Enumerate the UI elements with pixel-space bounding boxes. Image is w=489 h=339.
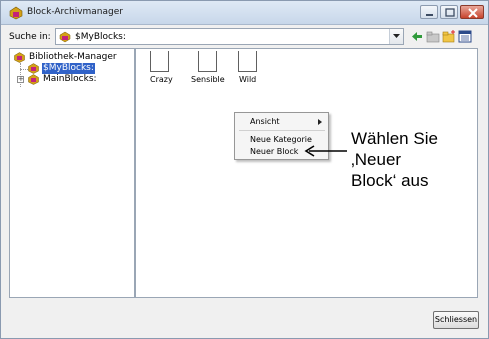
tree-item-label: Bibliothek-Manager — [29, 52, 117, 62]
submenu-arrow-icon — [318, 118, 322, 128]
minimize-button[interactable] — [420, 5, 438, 19]
close-button[interactable]: Schliessen — [433, 311, 479, 329]
annotation-line: ‚Neuer — [351, 150, 402, 169]
annotation-arrow-icon — [304, 145, 347, 157]
block-label: Crazy — [150, 75, 173, 84]
folder-up-icon[interactable] — [426, 30, 440, 43]
library-icon — [14, 52, 25, 63]
app-icon — [9, 6, 23, 20]
annotation-line: Wählen Sie — [351, 129, 438, 148]
chevron-down-icon[interactable] — [389, 29, 403, 44]
block-archive-manager-window: Block-Archivmanager Suche in: $MyBlocks: — [0, 0, 489, 339]
block-thumbnail — [238, 51, 257, 72]
window-controls — [420, 5, 484, 19]
menu-item-new-block[interactable]: Neuer Block — [250, 147, 298, 156]
maximize-button[interactable] — [440, 5, 458, 19]
annotation-callout: Wählen Sie ‚Neuer Block‘ aus — [351, 128, 471, 191]
annotation-line: Block‘ aus — [351, 171, 429, 190]
menu-item-new-category[interactable]: Neue Kategorie — [250, 135, 312, 144]
new-folder-icon[interactable] — [442, 30, 456, 43]
title-bar: Block-Archivmanager — [1, 1, 488, 25]
search-location-value: $MyBlocks: — [75, 32, 126, 42]
block-folder-icon — [28, 63, 39, 74]
block-folder-icon — [28, 74, 39, 85]
tree-connector — [20, 69, 28, 70]
search-location-select[interactable]: $MyBlocks: — [55, 28, 404, 45]
tree-item-label: MainBlocks: — [43, 74, 97, 84]
block-label: Sensible — [191, 75, 225, 84]
view-details-icon[interactable] — [458, 30, 472, 43]
menu-item-view[interactable]: Ansicht — [250, 117, 280, 126]
expand-plus-icon[interactable]: + — [17, 76, 24, 83]
block-thumbnail — [198, 51, 217, 72]
block-item-crazy[interactable]: Crazy — [148, 49, 188, 89]
search-in-label: Suche in: — [9, 32, 51, 42]
window-title: Block-Archivmanager — [27, 7, 123, 17]
library-tree[interactable]: Bibliothek-Manager $MyBlocks: + MainBloc… — [9, 48, 135, 298]
block-item-sensible[interactable]: Sensible — [191, 49, 231, 89]
tree-item-label: $MyBlocks: — [42, 63, 95, 74]
block-thumbnail — [150, 51, 169, 72]
back-arrow-icon[interactable] — [410, 30, 424, 43]
close-window-button[interactable] — [460, 5, 484, 19]
menu-separator — [239, 130, 325, 131]
block-item-wild[interactable]: Wild — [236, 49, 276, 89]
block-label: Wild — [239, 75, 257, 84]
block-folder-icon — [59, 31, 71, 43]
